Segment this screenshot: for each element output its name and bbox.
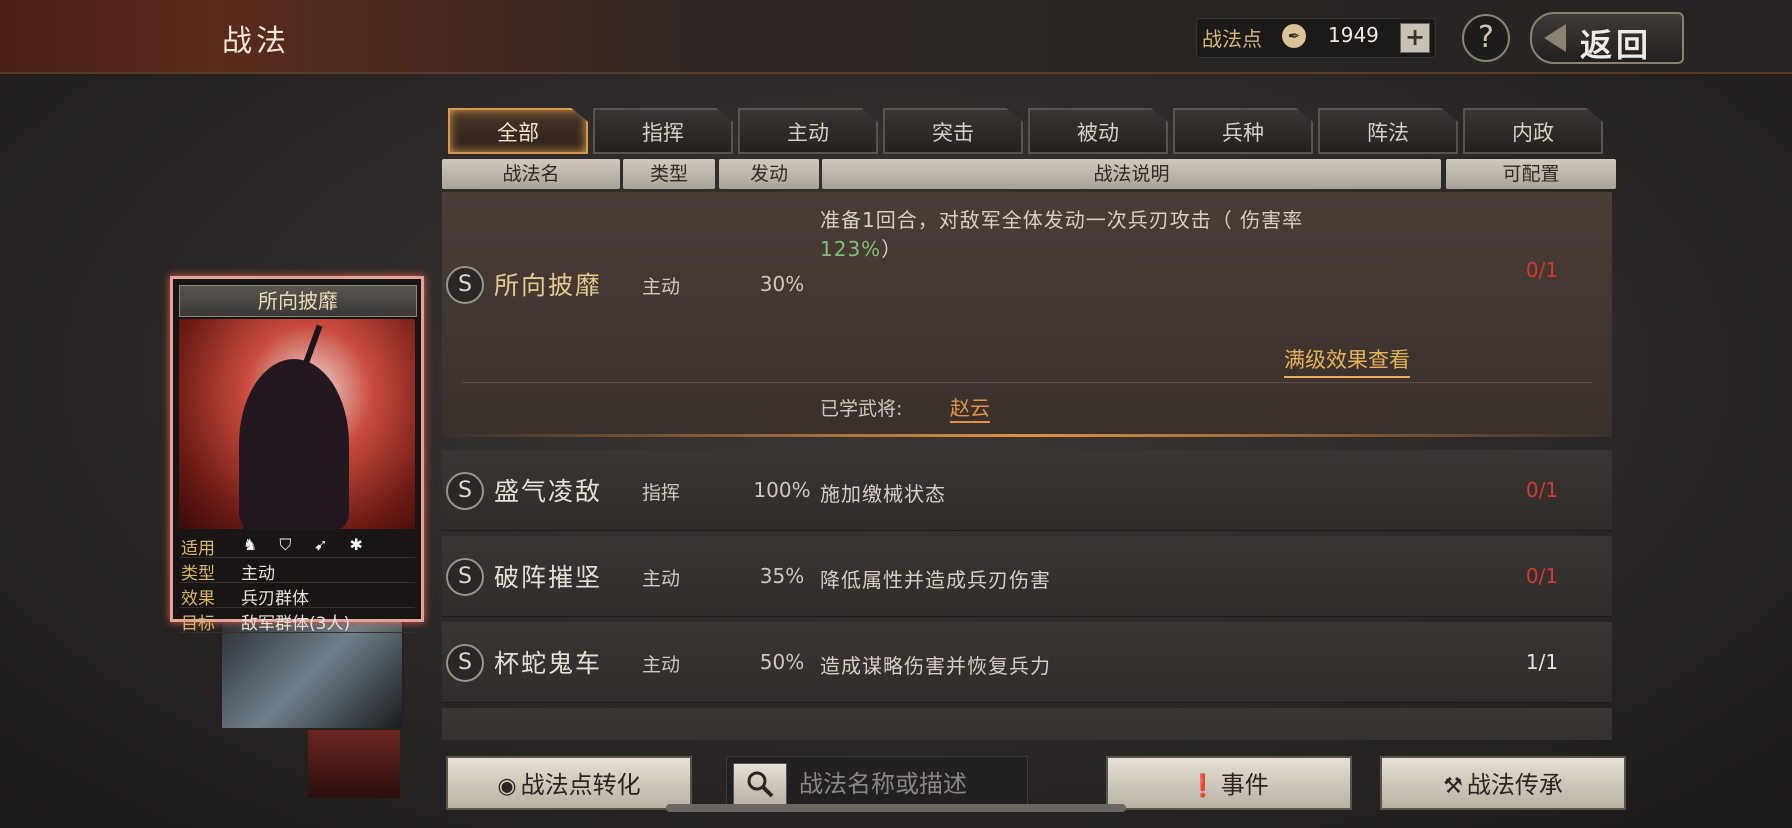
siege-wheel-icon: ✱ bbox=[349, 535, 363, 554]
page-title: 战法 bbox=[222, 24, 290, 59]
inherit-tactic-label: 战法传承 bbox=[1466, 771, 1563, 799]
tactic-points-value: 1949 bbox=[1328, 23, 1379, 47]
column-header-slots[interactable]: 可配置 bbox=[1446, 159, 1616, 189]
table-row[interactable]: S 杯蛇鬼车 主动 50% 造成谋略伤害并恢复兵力 1/1 bbox=[442, 622, 1612, 703]
max-level-effect-link[interactable]: 满级效果查看 bbox=[1284, 344, 1410, 378]
column-header-name[interactable]: 战法名 bbox=[442, 159, 620, 189]
learned-generals-label: 已学武将: bbox=[820, 398, 903, 420]
skill-description: 造成谋略伤害并恢复兵力 bbox=[820, 654, 1051, 678]
hammer-icon: ⚒ bbox=[1443, 774, 1463, 799]
learned-general-link[interactable]: 赵云 bbox=[950, 392, 990, 423]
table-row[interactable]: S 盛气凌敌 指挥 100% 施加缴械状态 0/1 bbox=[442, 450, 1612, 531]
card-apply-row: 适用 ♞ ⛉ ➹ ✱ bbox=[179, 533, 415, 559]
home-indicator[interactable] bbox=[666, 804, 1126, 812]
card-target-row: 目标 敌军群体(3人) bbox=[179, 608, 415, 634]
tactic-points-label: 战法点 bbox=[1202, 27, 1262, 51]
skill-type: 主动 bbox=[642, 654, 681, 676]
damage-rate: 123% bbox=[820, 237, 882, 261]
search-box[interactable] bbox=[726, 756, 1028, 810]
card-title-bar: 所向披靡 bbox=[179, 285, 417, 317]
card-effect-key: 效果 bbox=[181, 589, 215, 609]
cavalry-icon: ♞ bbox=[242, 535, 258, 554]
description-text: 准备1回合，对敌军全体发动一次兵刃攻击（ 伤害率 bbox=[820, 208, 1304, 232]
skill-description: 施加缴械状态 bbox=[820, 482, 946, 506]
warrior-silhouette bbox=[239, 359, 349, 529]
skill-name: 盛气凌敌 bbox=[494, 477, 603, 506]
alert-icon: ❗ bbox=[1189, 774, 1217, 799]
card-apply-key: 适用 bbox=[181, 539, 215, 559]
grade-badge: S bbox=[446, 266, 484, 304]
troop-icons: ♞ ⛉ ➹ ✱ bbox=[241, 535, 377, 555]
row-divider bbox=[462, 382, 1592, 383]
tab-troop-type[interactable]: 兵种 bbox=[1173, 108, 1313, 154]
help-button[interactable]: ? bbox=[1462, 14, 1510, 62]
tab-formation[interactable]: 阵法 bbox=[1318, 108, 1458, 154]
ink-drop-icon: ◉ bbox=[497, 774, 517, 799]
skill-type: 主动 bbox=[642, 276, 681, 298]
skill-slots: 0/1 bbox=[1525, 258, 1559, 282]
inherit-tactic-button[interactable]: ⚒ 战法传承 bbox=[1380, 756, 1626, 810]
add-points-button[interactable]: + bbox=[1400, 23, 1430, 53]
table-row[interactable] bbox=[442, 708, 1612, 740]
back-label: 返回 bbox=[1580, 26, 1653, 64]
tab-active[interactable]: 主动 bbox=[738, 108, 878, 154]
tab-passive[interactable]: 被动 bbox=[1028, 108, 1168, 154]
skill-slots: 0/1 bbox=[1525, 564, 1559, 588]
card-effect-value: 兵刃群体 bbox=[241, 589, 309, 609]
skill-name: 破阵摧坚 bbox=[494, 563, 603, 592]
skill-description: 准备1回合，对敌军全体发动一次兵刃攻击（ 伤害率 123%） bbox=[820, 204, 1303, 262]
description-close: ） bbox=[881, 237, 903, 261]
grade-badge: S bbox=[446, 558, 484, 596]
grade-badge: S bbox=[446, 472, 484, 510]
card-target-value: 敌军群体(3人) bbox=[241, 614, 351, 634]
convert-points-label: 战法点转化 bbox=[520, 771, 641, 799]
skill-rate: 100% bbox=[753, 478, 811, 502]
bow-icon: ➹ bbox=[314, 535, 328, 554]
skill-rate: 50% bbox=[759, 650, 805, 674]
card-type-row: 类型 主动 bbox=[179, 558, 415, 584]
back-button[interactable]: 返回 bbox=[1530, 12, 1684, 64]
table-row[interactable]: S 破阵摧坚 主动 35% 降低属性并造成兵刃伤害 0/1 bbox=[442, 536, 1612, 617]
column-header-rate[interactable]: 发动 bbox=[719, 159, 819, 189]
column-header-type[interactable]: 类型 bbox=[623, 159, 715, 189]
tab-command[interactable]: 指挥 bbox=[593, 108, 733, 154]
tab-all[interactable]: 全部 bbox=[448, 108, 588, 154]
column-header-description: 战法说明 bbox=[822, 159, 1441, 189]
event-button[interactable]: ❗ 事件 bbox=[1106, 756, 1352, 810]
shield-icon: ⛉ bbox=[279, 535, 292, 554]
tactic-list[interactable]: S 所向披靡 主动 30% 准备1回合，对敌军全体发动一次兵刃攻击（ 伤害率 1… bbox=[442, 192, 1612, 740]
tactic-card-stack[interactable]: 所向披靡 适用 ♞ ⛉ ➹ ✱ 类型 主动 效果 兵刃群体 目标 敌军群体(3人… bbox=[170, 276, 430, 806]
ink-drop-icon: ✒ bbox=[1282, 24, 1306, 48]
tab-internal-affairs[interactable]: 内政 bbox=[1463, 108, 1603, 154]
card-target-key: 目标 bbox=[181, 614, 215, 634]
skill-slots: 0/1 bbox=[1525, 478, 1559, 502]
skill-name: 杯蛇鬼车 bbox=[494, 649, 603, 678]
skill-description: 降低属性并造成兵刃伤害 bbox=[820, 568, 1051, 592]
table-row-expanded[interactable]: S 所向披靡 主动 30% 准备1回合，对敌军全体发动一次兵刃攻击（ 伤害率 1… bbox=[442, 192, 1612, 437]
card-type-key: 类型 bbox=[181, 564, 215, 584]
tab-assault[interactable]: 突击 bbox=[883, 108, 1023, 154]
grade-badge: S bbox=[446, 644, 484, 682]
card-info: 适用 ♞ ⛉ ➹ ✱ 类型 主动 效果 兵刃群体 目标 敌军群体(3人) bbox=[179, 533, 415, 634]
search-icon bbox=[747, 771, 774, 798]
tactic-card[interactable]: 所向披靡 适用 ♞ ⛉ ➹ ✱ 类型 主动 效果 兵刃群体 目标 敌军群体(3人… bbox=[170, 276, 424, 634]
search-button[interactable] bbox=[733, 763, 787, 805]
skill-type: 指挥 bbox=[642, 482, 681, 504]
event-label: 事件 bbox=[1220, 771, 1269, 799]
back-arrow-icon bbox=[1544, 24, 1566, 52]
card-title: 所向披靡 bbox=[258, 289, 338, 313]
skill-name: 所向披靡 bbox=[494, 271, 603, 300]
skill-type: 主动 bbox=[642, 568, 681, 590]
search-input[interactable] bbox=[797, 765, 1021, 803]
card-type-value: 主动 bbox=[241, 564, 275, 584]
card-artwork bbox=[179, 319, 415, 529]
convert-points-button[interactable]: ◉ 战法点转化 bbox=[446, 756, 692, 810]
card-effect-row: 效果 兵刃群体 bbox=[179, 583, 415, 609]
skill-rate: 30% bbox=[759, 272, 805, 296]
skill-rate: 35% bbox=[759, 564, 805, 588]
skill-slots: 1/1 bbox=[1525, 650, 1559, 674]
